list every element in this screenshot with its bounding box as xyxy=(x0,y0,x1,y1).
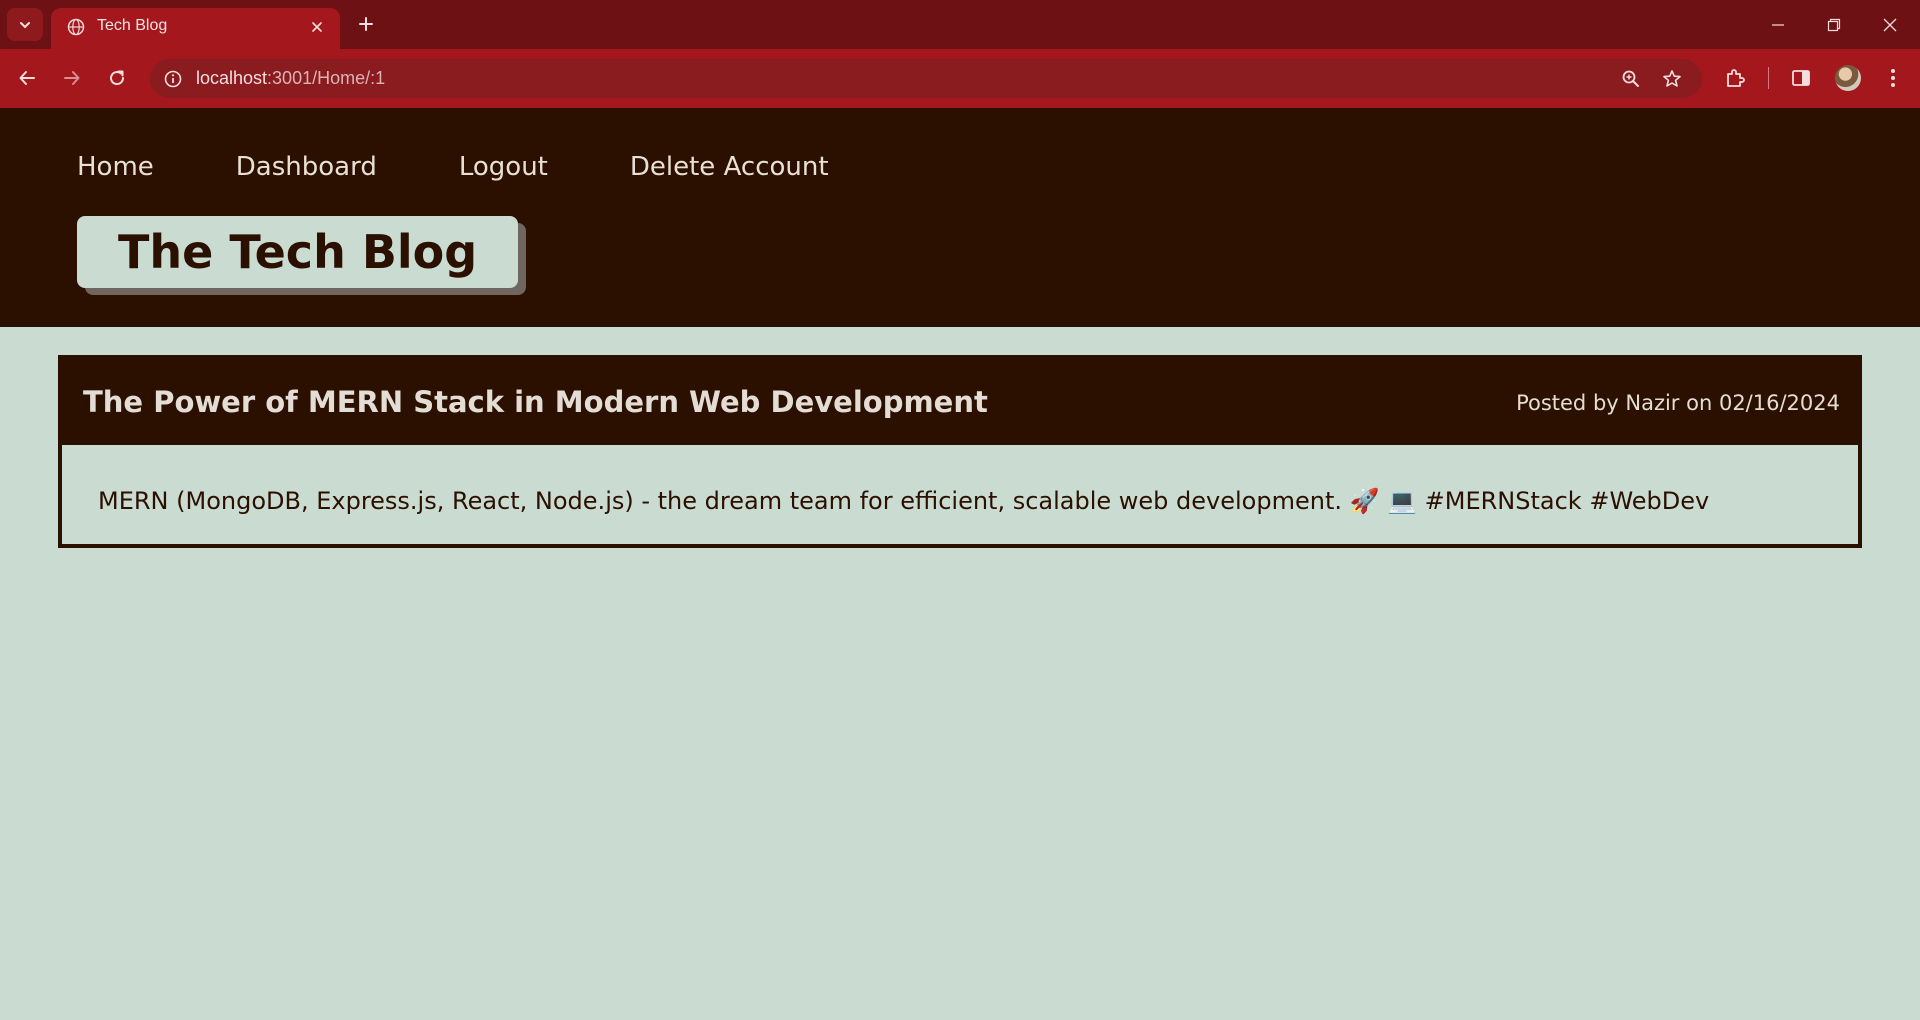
browser-tab-active[interactable]: Tech Blog xyxy=(51,8,340,49)
minimize-window-button[interactable] xyxy=(1750,0,1806,49)
bookmark-button[interactable] xyxy=(1658,65,1686,93)
nav-home-link[interactable]: Home xyxy=(77,152,154,182)
url-path: :3001/Home/:1 xyxy=(267,68,386,88)
browser-menu-button[interactable] xyxy=(1877,62,1909,94)
side-panel-icon xyxy=(1792,70,1810,86)
site-nav: Home Dashboard Logout Delete Account xyxy=(77,152,911,182)
chevron-down-icon xyxy=(20,21,30,28)
arrow-left-icon xyxy=(19,71,35,85)
plus-icon xyxy=(359,17,373,31)
forward-button[interactable] xyxy=(56,62,88,94)
browser-toolbar: localhost:3001/Home/:1 xyxy=(0,49,1920,108)
globe-icon xyxy=(67,18,85,36)
close-window-button[interactable] xyxy=(1862,0,1918,49)
nav-delete-account-link[interactable]: Delete Account xyxy=(630,152,829,182)
new-tab-button[interactable] xyxy=(350,8,382,40)
extensions-button[interactable] xyxy=(1719,62,1751,94)
restore-window-button[interactable] xyxy=(1806,0,1862,49)
toolbar-divider xyxy=(1768,67,1769,89)
site-info-button[interactable] xyxy=(160,66,185,91)
tab-search-button[interactable] xyxy=(7,8,43,41)
blog-post-card[interactable]: The Power of MERN Stack in Modern Web De… xyxy=(58,355,1862,548)
nav-dashboard-link[interactable]: Dashboard xyxy=(236,152,377,182)
nav-logout-link[interactable]: Logout xyxy=(459,152,548,182)
browser-tab-strip: Tech Blog xyxy=(0,0,1920,49)
star-icon xyxy=(1663,70,1681,87)
reload-icon xyxy=(110,70,125,86)
restore-icon xyxy=(1827,18,1841,31)
post-header: The Power of MERN Stack in Modern Web De… xyxy=(62,359,1858,445)
url-host: localhost xyxy=(196,68,268,88)
side-panel-button[interactable] xyxy=(1785,62,1817,94)
back-button[interactable] xyxy=(11,62,43,94)
url-text[interactable]: localhost:3001/Home/:1 xyxy=(196,68,385,89)
tab-title: Tech Blog xyxy=(97,17,168,34)
close-icon xyxy=(1883,18,1897,31)
more-vertical-icon xyxy=(1891,69,1895,87)
address-bar[interactable]: localhost:3001/Home/:1 xyxy=(150,59,1702,98)
puzzle-icon xyxy=(1727,69,1745,87)
reload-button[interactable] xyxy=(101,62,133,94)
close-icon xyxy=(312,22,322,32)
post-body: MERN (MongoDB, Express.js, React, Node.j… xyxy=(98,487,1710,515)
arrow-right-icon xyxy=(64,71,80,85)
zoom-icon xyxy=(1622,70,1639,87)
site-header: Home Dashboard Logout Delete Account The… xyxy=(0,108,1920,327)
page-content: Home Dashboard Logout Delete Account The… xyxy=(0,108,1920,1020)
profile-avatar[interactable] xyxy=(1835,65,1861,91)
post-meta: Posted by Nazir on 02/16/2024 xyxy=(1516,391,1840,415)
zoom-button[interactable] xyxy=(1617,65,1645,93)
minimize-icon xyxy=(1772,23,1784,26)
site-brand: The Tech Blog xyxy=(77,216,519,288)
tab-close-button[interactable] xyxy=(306,16,328,38)
site-title: The Tech Blog xyxy=(118,225,478,279)
post-title[interactable]: The Power of MERN Stack in Modern Web De… xyxy=(83,385,988,419)
info-icon xyxy=(164,70,181,87)
